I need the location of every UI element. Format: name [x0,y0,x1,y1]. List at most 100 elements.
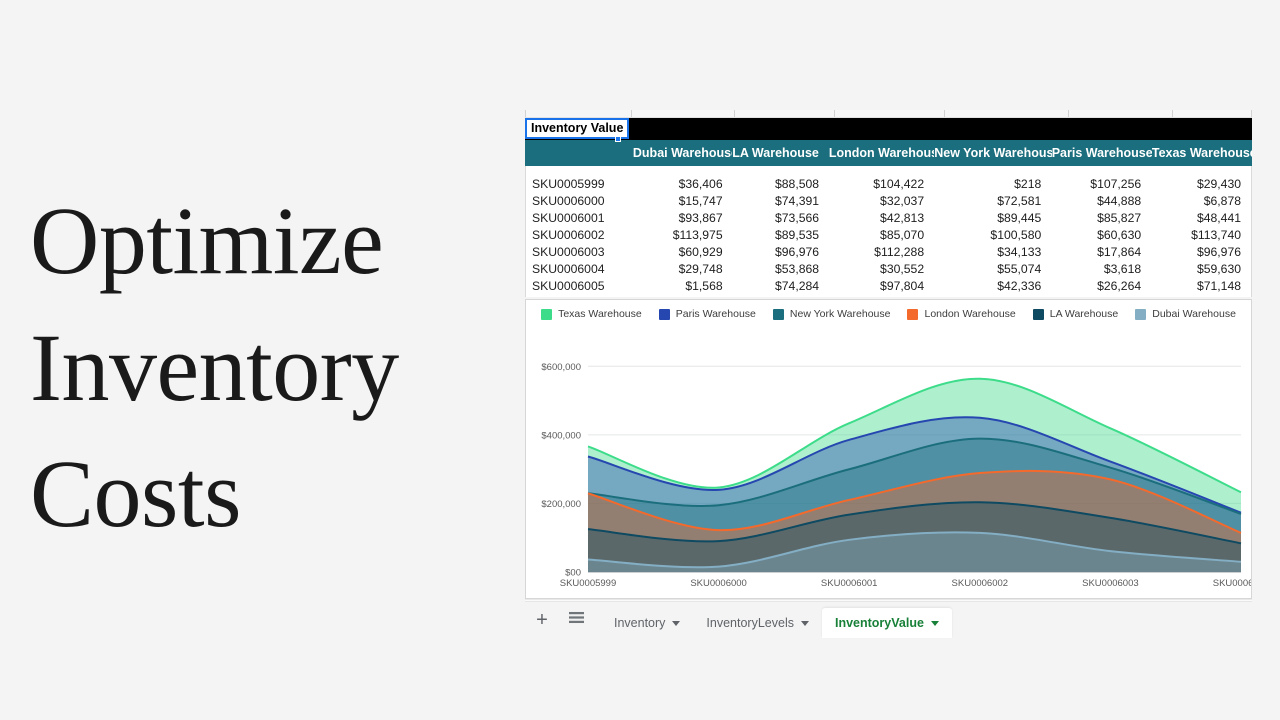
cell-value[interactable]: $96,976 [1151,245,1251,259]
cell-value[interactable]: $97,804 [829,279,934,293]
cell-value[interactable]: $29,748 [634,262,733,276]
cell-sku[interactable]: SKU0006002 [526,228,634,242]
cell-value[interactable]: $6,878 [1151,194,1251,208]
x-axis-tick-label: SKU0005999 [560,578,617,589]
cell-value[interactable]: $104,422 [829,177,934,191]
cell-value[interactable]: $85,827 [1051,211,1151,225]
sheet-tab-label: InventoryLevels [706,616,794,630]
stacked-area-chart: $600,000 $400,000 $200,000 $00SKU0005999 SKU… [541,362,1251,589]
cell-sku[interactable]: SKU0006000 [526,194,634,208]
legend-item[interactable]: London Warehouse [907,308,1016,320]
cell-fill-handle[interactable] [615,136,621,142]
legend-label: New York Warehouse [789,308,891,320]
legend-swatch-icon [658,308,670,320]
cell-value[interactable]: $89,445 [934,211,1051,225]
table-row[interactable]: SKU0006004 $29,748 $53,868 $30,552 $55,074 $3… [526,260,1251,277]
hamburger-icon [568,611,584,629]
table-row[interactable]: SKU0006002 $113,975 $89,535 $85,070 $100,580… [526,226,1251,243]
chevron-down-icon[interactable] [930,620,939,626]
cell-value[interactable]: $42,813 [829,211,934,225]
legend-swatch-icon [1032,308,1044,320]
cell-value[interactable]: $100,580 [934,228,1051,242]
legend-swatch-icon [1135,308,1147,320]
cell-sku[interactable]: SKU0006003 [526,245,634,259]
table-row[interactable]: SKU0006003 $60,929 $96,976 $112,288 $34,133 $… [526,243,1251,260]
sheet-tab-label: Inventory [614,616,666,630]
cell-value[interactable]: $218 [934,177,1051,191]
column-ruler [525,110,1252,118]
legend-item[interactable]: Paris Warehouse [658,308,756,320]
cell-value[interactable]: $15,747 [634,194,733,208]
cell-value[interactable]: $93,867 [634,211,733,225]
cell-sku[interactable]: SKU0006004 [526,262,634,276]
cell-value[interactable]: $59,630 [1151,262,1251,276]
legend-label: Paris Warehouse [675,308,756,320]
cell-value[interactable]: $96,976 [733,245,829,259]
cell-value[interactable]: $60,630 [1051,228,1151,242]
cell-value[interactable]: $53,868 [733,262,829,276]
screenshot-root: Optimize Inventory Costs Inventory Value… [0,0,1280,720]
sheet-tab-inventoryvalue[interactable]: InventoryValue [821,608,952,638]
legend-swatch-icon [541,308,553,320]
table-header-row: Dubai Warehouse LA Warehouse London Ware… [525,140,1252,166]
cell-value[interactable]: $44,888 [1051,194,1151,208]
cell-value[interactable]: $48,441 [1151,211,1251,225]
cell-value[interactable]: $72,581 [934,194,1051,208]
y-axis-tick-label: $400,000 [541,430,581,441]
cell-value[interactable]: $1,568 [634,279,733,293]
cell-value[interactable]: $113,975 [634,228,733,242]
cell-value[interactable]: $60,929 [634,245,733,259]
table-row[interactable]: SKU0006005 $1,568 $74,284 $97,804 $42,336 $26… [526,277,1251,294]
table-row[interactable]: SKU0006000 $15,747 $74,391 $32,037 $72,581 $4… [526,192,1251,209]
cell-value[interactable]: $107,256 [1051,177,1151,191]
chart-card[interactable]: Texas Warehouse Paris Warehouse New York W… [525,299,1252,599]
cell-sku[interactable]: SKU0006001 [526,211,634,225]
all-sheets-button[interactable] [559,603,593,637]
column-header-texas[interactable]: Texas Warehouse [1152,146,1252,160]
cell-value[interactable]: $34,133 [934,245,1051,259]
x-axis-tick-label: SKU0006002 [952,578,1009,589]
column-header-la[interactable]: LA Warehouse [732,146,829,160]
column-header-london[interactable]: London Warehouse [829,146,934,160]
legend-swatch-icon [907,308,919,320]
add-sheet-button[interactable]: + [525,603,559,637]
cell-value[interactable]: $71,148 [1151,279,1251,293]
chart-plot-area: $600,000 $400,000 $200,000 $00 SKU0005999 SKU… [526,324,1251,598]
cell-value[interactable]: $113,740 [1151,228,1251,242]
selected-cell[interactable]: Inventory Value [525,118,630,139]
chart-legend: Texas Warehouse Paris Warehouse New York W… [526,308,1251,320]
cell-value[interactable]: $55,074 [934,262,1051,276]
cell-value[interactable]: $17,864 [1051,245,1151,259]
cell-value[interactable]: $26,264 [1051,279,1151,293]
cell-sku[interactable]: SKU0005999 [526,177,634,191]
cell-value[interactable]: $73,566 [733,211,829,225]
cell-value[interactable]: $89,535 [733,228,829,242]
cell-value[interactable]: $88,508 [733,177,829,191]
sheet-tabs: Inventory InventoryLevels InventoryValue [601,602,952,638]
cell-value[interactable]: $42,336 [934,279,1051,293]
cell-value[interactable]: $74,284 [733,279,829,293]
legend-item[interactable]: LA Warehouse [1032,308,1118,320]
legend-item[interactable]: New York Warehouse [772,308,891,320]
legend-item[interactable]: Texas Warehouse [541,308,642,320]
cell-value[interactable]: $74,391 [733,194,829,208]
cell-value[interactable]: $112,288 [829,245,934,259]
chevron-down-icon[interactable] [672,620,681,626]
sheet-tab-label: InventoryValue [834,616,924,630]
cell-sku[interactable]: SKU0006005 [526,279,634,293]
sheet-tab-inventorylevels[interactable]: InventoryLevels [693,608,822,638]
column-header-dubai[interactable]: Dubai Warehouse [633,146,732,160]
cell-value[interactable]: $36,406 [634,177,733,191]
cell-value[interactable]: $29,430 [1151,177,1251,191]
cell-value[interactable]: $30,552 [829,262,934,276]
chevron-down-icon[interactable] [800,620,809,626]
column-header-paris[interactable]: Paris Warehouse [1052,146,1152,160]
cell-value[interactable]: $3,618 [1051,262,1151,276]
sheet-tab-inventory[interactable]: Inventory [601,608,693,638]
table-row[interactable]: SKU0006001 $93,867 $73,566 $42,813 $89,445 $8… [526,209,1251,226]
cell-value[interactable]: $32,037 [829,194,934,208]
legend-item[interactable]: Dubai Warehouse [1135,308,1236,320]
cell-value[interactable]: $85,070 [829,228,934,242]
table-row[interactable]: SKU0005999 $36,406 $88,508 $104,422 $218 $107… [526,175,1251,192]
column-header-newyork[interactable]: New York Warehouse [934,146,1051,160]
